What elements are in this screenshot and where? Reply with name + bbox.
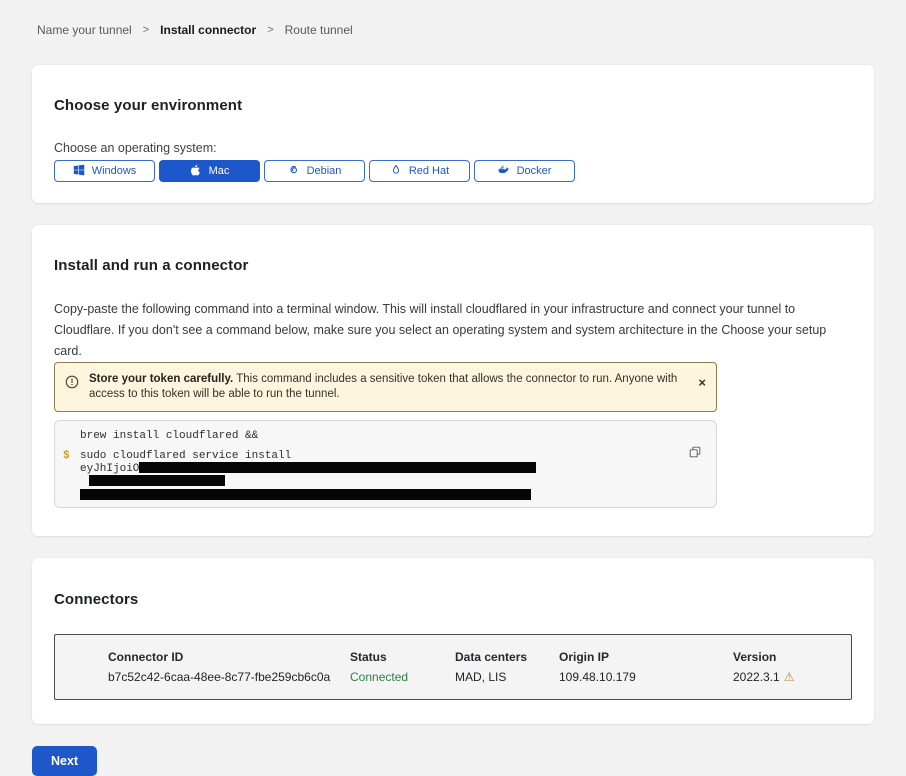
docker-icon xyxy=(498,164,510,179)
command-line-2: sudo cloudflared service install xyxy=(80,450,676,462)
copy-icon[interactable] xyxy=(688,445,702,462)
token-warning-callout: Store your token carefully. This command… xyxy=(54,362,717,412)
command-line-1: brew install cloudflared && xyxy=(80,430,676,442)
version-cell: 2022.3.1⚠ xyxy=(733,669,851,685)
table-header-row: Connector ID Status Data centers Origin … xyxy=(55,635,851,665)
status-cell: Connected xyxy=(350,669,455,685)
connectors-card: Connectors Connector ID Status Data cent… xyxy=(32,558,874,724)
connectors-card-title: Connectors xyxy=(54,591,852,608)
column-header-version: Version xyxy=(733,649,851,665)
data-centers-cell: MAD, LIS xyxy=(455,669,559,685)
breadcrumb-install-connector[interactable]: Install connector xyxy=(160,23,256,37)
os-button-group: Windows Mac Debian Red Hat Docker xyxy=(54,160,852,182)
shell-prompt: $ xyxy=(63,450,80,500)
token-warning-text: Store your token carefully. This command… xyxy=(89,373,677,400)
token-line: eyJhIjoiO xyxy=(80,462,676,500)
redhat-icon xyxy=(390,164,402,179)
redacted-token-bar xyxy=(89,475,225,486)
windows-icon xyxy=(73,164,85,179)
os-button-label: Red Hat xyxy=(409,165,449,177)
os-button-redhat[interactable]: Red Hat xyxy=(369,160,470,182)
breadcrumb: Name your tunnel > Install connector > R… xyxy=(0,0,906,36)
breadcrumb-separator: > xyxy=(143,24,149,36)
breadcrumb-name-your-tunnel[interactable]: Name your tunnel xyxy=(37,23,132,37)
os-button-debian[interactable]: Debian xyxy=(264,160,365,182)
install-description: Copy-paste the following command into a … xyxy=(54,299,852,362)
os-button-windows[interactable]: Windows xyxy=(54,160,155,182)
column-header-status: Status xyxy=(350,649,455,665)
install-connector-card: Install and run a connector Copy-paste t… xyxy=(32,225,874,536)
next-button[interactable]: Next xyxy=(32,746,97,776)
connector-id-cell: b7c52c42-6caa-48ee-8c77-fbe259cb6c0a xyxy=(108,669,350,685)
environment-card-title: Choose your environment xyxy=(54,97,852,114)
table-row: b7c52c42-6caa-48ee-8c77-fbe259cb6c0a Con… xyxy=(55,665,851,699)
debian-icon xyxy=(288,164,300,179)
origin-ip-cell: 109.48.10.179 xyxy=(559,669,733,685)
warning-icon: ⚠ xyxy=(784,670,795,684)
redacted-token-bar xyxy=(139,462,536,473)
os-button-docker[interactable]: Docker xyxy=(474,160,575,182)
close-icon[interactable]: × xyxy=(698,376,706,389)
os-button-label: Mac xyxy=(209,165,230,177)
apple-icon xyxy=(190,164,202,179)
install-card-title: Install and run a connector xyxy=(54,257,852,274)
breadcrumb-separator: > xyxy=(267,24,273,36)
os-button-label: Docker xyxy=(517,165,552,177)
column-header-connector-id: Connector ID xyxy=(108,649,350,665)
choose-environment-card: Choose your environment Choose an operat… xyxy=(32,65,874,203)
install-command-codeblock: brew install cloudflared && $ sudo cloud… xyxy=(54,420,717,508)
info-icon xyxy=(65,375,79,389)
redacted-token-bar xyxy=(80,489,531,500)
column-header-data-centers: Data centers xyxy=(455,649,559,665)
operating-system-label: Choose an operating system: xyxy=(54,142,852,154)
os-button-mac[interactable]: Mac xyxy=(159,160,260,182)
connectors-table: Connector ID Status Data centers Origin … xyxy=(54,634,852,700)
column-header-origin-ip: Origin IP xyxy=(559,649,733,665)
os-button-label: Windows xyxy=(92,165,137,177)
breadcrumb-route-tunnel[interactable]: Route tunnel xyxy=(285,23,353,37)
os-button-label: Debian xyxy=(307,165,342,177)
